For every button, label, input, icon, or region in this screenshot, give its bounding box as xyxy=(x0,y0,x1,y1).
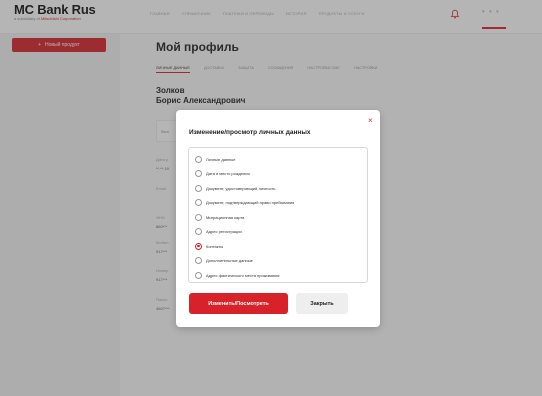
radio-button[interactable] xyxy=(195,155,202,163)
option-label: Адрес фактического места проживания xyxy=(206,272,280,278)
option-registration-address[interactable]: Адрес регистрации xyxy=(195,228,242,236)
option-label: Дата и место рождения xyxy=(206,171,250,176)
close-button[interactable]: Закрыть xyxy=(296,293,348,314)
close-icon[interactable]: × xyxy=(368,117,373,125)
option-label: Документ, удостоверяющий личность xyxy=(206,185,276,191)
option-label: Документ, подтверждающий право пребывани… xyxy=(206,200,295,205)
options-list: Личные данные Дата и место рождения Доку… xyxy=(188,147,368,283)
option-personal-data[interactable]: Личные данные xyxy=(195,155,235,163)
radio-button[interactable] xyxy=(195,213,202,221)
option-label: Контакты xyxy=(206,243,224,249)
option-identity-document[interactable]: Документ, удостоверяющий личность xyxy=(195,184,275,192)
radio-button[interactable] xyxy=(195,228,202,235)
option-actual-address[interactable]: Адрес фактического места проживания xyxy=(195,271,279,279)
option-label: Миграционная карта xyxy=(206,214,245,220)
radio-button-selected[interactable] xyxy=(195,242,202,250)
option-residence-permit[interactable]: Документ, подтверждающий право пребывани… xyxy=(195,199,294,207)
radio-button[interactable] xyxy=(195,257,202,264)
option-contacts[interactable]: Контакты xyxy=(195,242,223,250)
radio-button[interactable] xyxy=(195,271,202,279)
edit-view-button[interactable]: Изменить/Посмотреть xyxy=(189,293,288,314)
modal-title: Изменение/просмотр личных данных xyxy=(189,129,311,136)
option-label: Адрес регистрации xyxy=(206,229,242,234)
option-migration-card[interactable]: Миграционная карта xyxy=(195,213,244,221)
radio-button[interactable] xyxy=(195,199,202,206)
option-label: Личные данные xyxy=(206,156,236,162)
option-label: Дополнительные данные xyxy=(206,258,253,263)
option-birth-date-place[interactable]: Дата и место рождения xyxy=(195,170,250,178)
radio-button[interactable] xyxy=(195,170,202,177)
edit-personal-data-modal: × Изменение/просмотр личных данных Личны… xyxy=(176,110,380,327)
option-additional-data[interactable]: Дополнительные данные xyxy=(195,257,253,265)
radio-button[interactable] xyxy=(195,184,202,192)
